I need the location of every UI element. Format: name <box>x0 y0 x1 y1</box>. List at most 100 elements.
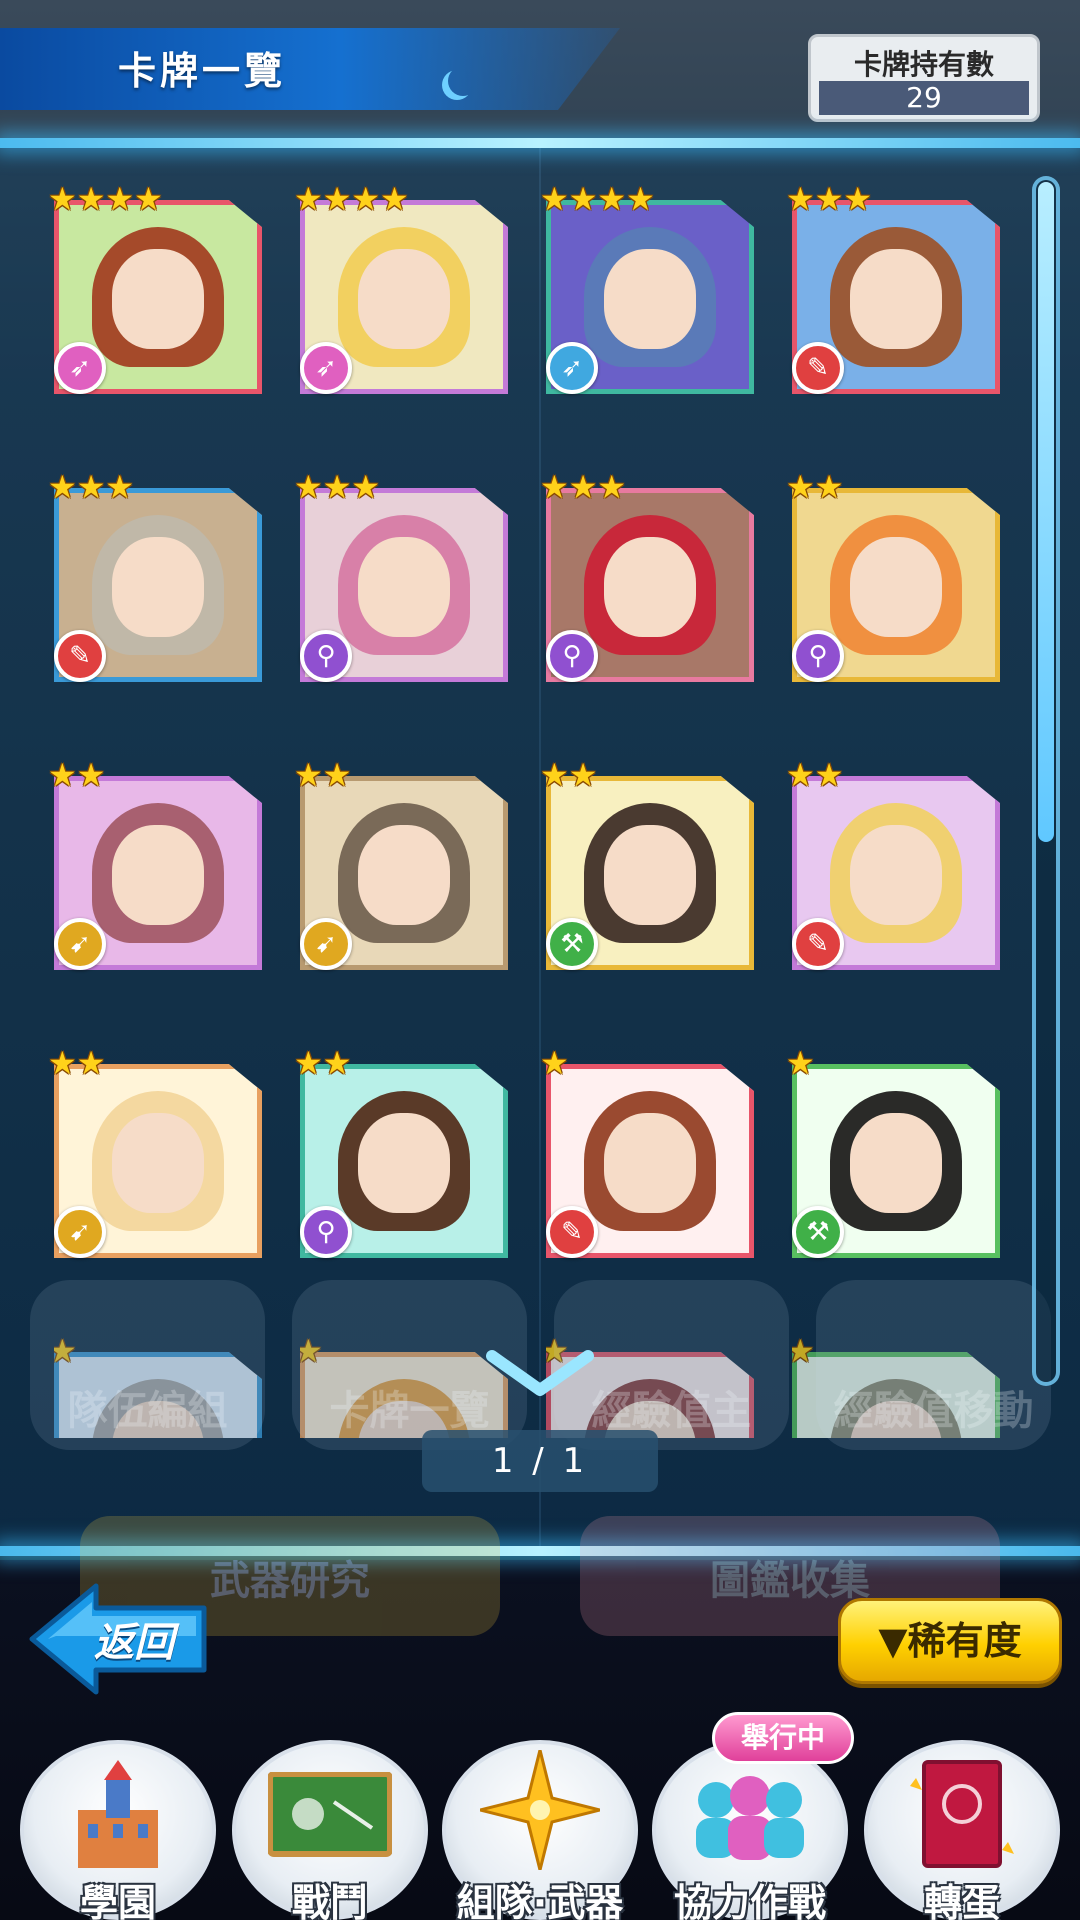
gun-pink-weapon-icon: ➶ <box>300 342 352 394</box>
star-icon: ★ <box>814 468 844 506</box>
character-card[interactable]: ★ ★ ⚲ <box>294 1046 508 1258</box>
star-icon: ★ <box>294 756 323 794</box>
portrait-face <box>358 249 450 349</box>
sword-weapon-icon: ✎ <box>54 630 106 682</box>
nav-battle[interactable]: 戰鬥 <box>232 1740 428 1920</box>
rarity-stars: ★ ★ <box>786 758 843 792</box>
event-badge: 舉行中 <box>712 1712 854 1764</box>
portrait-face <box>604 1113 696 1213</box>
star-icon: ★ <box>380 180 409 218</box>
compass-star-icon <box>480 1750 600 1870</box>
bottom-nav: 學園 戰鬥 組隊·武器 協力作戰 轉蛋 <box>0 1740 1080 1920</box>
star-icon: ★ <box>322 468 352 506</box>
portrait-face <box>850 537 942 637</box>
character-card[interactable]: ★ ★ ★ ★ ➶ <box>294 182 508 394</box>
star-icon: ★ <box>568 756 598 794</box>
star-icon: ★ <box>540 180 569 218</box>
star-icon: ★ <box>76 180 106 218</box>
scrollbar[interactable] <box>1032 176 1060 1386</box>
character-card[interactable]: ★ ★ ⚒ <box>540 758 754 970</box>
star-icon: ★ <box>568 468 598 506</box>
star-icon: ★ <box>322 180 352 218</box>
card-count-value: 29 <box>819 81 1029 115</box>
star-icon: ★ <box>76 1044 106 1082</box>
star-icon: ★ <box>48 468 77 506</box>
gacha-book-icon <box>910 1760 1014 1868</box>
rarity-stars: ★ ★ <box>294 758 351 792</box>
star-icon: ★ <box>786 756 815 794</box>
star-icon: ★ <box>540 468 569 506</box>
character-card[interactable]: ★ ✎ <box>540 1046 754 1258</box>
character-card[interactable]: ★ ⚒ <box>786 1046 1000 1258</box>
nav-team-weapon-label: 組隊·武器 <box>456 1881 624 1920</box>
hammer-weapon-icon: ⚒ <box>546 918 598 970</box>
star-icon: ★ <box>786 468 815 506</box>
star-icon: ★ <box>322 756 352 794</box>
top-glow-line <box>0 138 1080 148</box>
star-icon: ★ <box>843 180 873 218</box>
title-bar <box>0 28 620 110</box>
scrollbar-thumb[interactable] <box>1038 182 1054 842</box>
star-icon: ★ <box>134 180 163 218</box>
star-icon: ★ <box>105 468 135 506</box>
sort-rarity-button[interactable]: ▼稀有度 <box>838 1598 1062 1684</box>
rarity-stars: ★ ★ ★ <box>786 182 872 216</box>
star-icon: ★ <box>814 756 844 794</box>
nav-coop-battle-label: 協力作戰 <box>673 1881 826 1920</box>
star-icon: ★ <box>294 1044 323 1082</box>
rarity-stars: ★ ★ <box>48 758 105 792</box>
character-card[interactable]: ★ ★ ★ ✎ <box>786 182 1000 394</box>
star-icon: ★ <box>351 468 381 506</box>
star-icon: ★ <box>76 756 106 794</box>
ghost-menu-item: 經驗值移動 <box>816 1280 1051 1450</box>
character-card[interactable]: ★ ★ ★ ✎ <box>48 470 262 682</box>
spear-weapon-icon: ➹ <box>300 918 352 970</box>
wand-weapon-icon: ⚲ <box>300 1206 352 1258</box>
character-card[interactable]: ★ ★ ★ ★ ➶ <box>540 182 754 394</box>
back-button[interactable]: 返回 <box>26 1580 210 1698</box>
spear-weapon-icon: ➹ <box>54 918 106 970</box>
rarity-stars: ★ ★ <box>786 470 843 504</box>
star-icon: ★ <box>597 468 627 506</box>
moon-icon <box>448 66 478 96</box>
star-icon: ★ <box>786 180 815 218</box>
sword-weapon-icon: ✎ <box>792 918 844 970</box>
portrait-face <box>604 825 696 925</box>
character-card[interactable]: ★ ★ ★ ⚲ <box>294 470 508 682</box>
portrait-face <box>358 537 450 637</box>
character-card[interactable]: ★ ★ ➹ <box>48 1046 262 1258</box>
star-icon: ★ <box>76 468 106 506</box>
nav-academy-label: 學園 <box>79 1881 156 1920</box>
wand-weapon-icon: ⚲ <box>300 630 352 682</box>
star-icon: ★ <box>105 180 135 218</box>
portrait-face <box>358 1113 450 1213</box>
nav-gacha[interactable]: 轉蛋 <box>864 1740 1060 1920</box>
character-card[interactable]: ★ ★ ★ ★ ➶ <box>48 182 262 394</box>
character-card[interactable]: ★ ★ ➹ <box>48 758 262 970</box>
chalkboard-icon <box>268 1772 392 1857</box>
portrait-face <box>604 249 696 349</box>
scroll-down-icon[interactable] <box>484 1348 596 1398</box>
character-card[interactable]: ★ ★ ✎ <box>786 758 1000 970</box>
back-label: 返回 <box>94 1620 174 1666</box>
character-card[interactable]: ★ ★ ★ ⚲ <box>540 470 754 682</box>
academy-building-icon <box>78 1760 158 1868</box>
portrait-face <box>604 537 696 637</box>
rarity-stars: ★ ★ <box>540 758 597 792</box>
nav-academy[interactable]: 學園 <box>20 1740 216 1920</box>
star-icon: ★ <box>626 180 655 218</box>
star-icon: ★ <box>351 180 381 218</box>
rarity-stars: ★ ★ ★ ★ <box>48 182 163 216</box>
star-icon: ★ <box>597 180 627 218</box>
nav-coop-battle[interactable]: 協力作戰 <box>652 1740 848 1920</box>
star-icon: ★ <box>786 1044 815 1082</box>
nav-gacha-label: 轉蛋 <box>923 1881 1000 1920</box>
character-card[interactable]: ★ ★ ⚲ <box>786 470 1000 682</box>
ghost-menu-item: 隊伍編組 <box>30 1280 265 1450</box>
page-indicator: 1 / 1 <box>422 1430 658 1492</box>
star-icon: ★ <box>294 180 323 218</box>
rarity-stars: ★ ★ ★ <box>540 470 626 504</box>
star-icon: ★ <box>48 1044 77 1082</box>
nav-team-weapon[interactable]: 組隊·武器 <box>442 1740 638 1920</box>
character-card[interactable]: ★ ★ ➹ <box>294 758 508 970</box>
